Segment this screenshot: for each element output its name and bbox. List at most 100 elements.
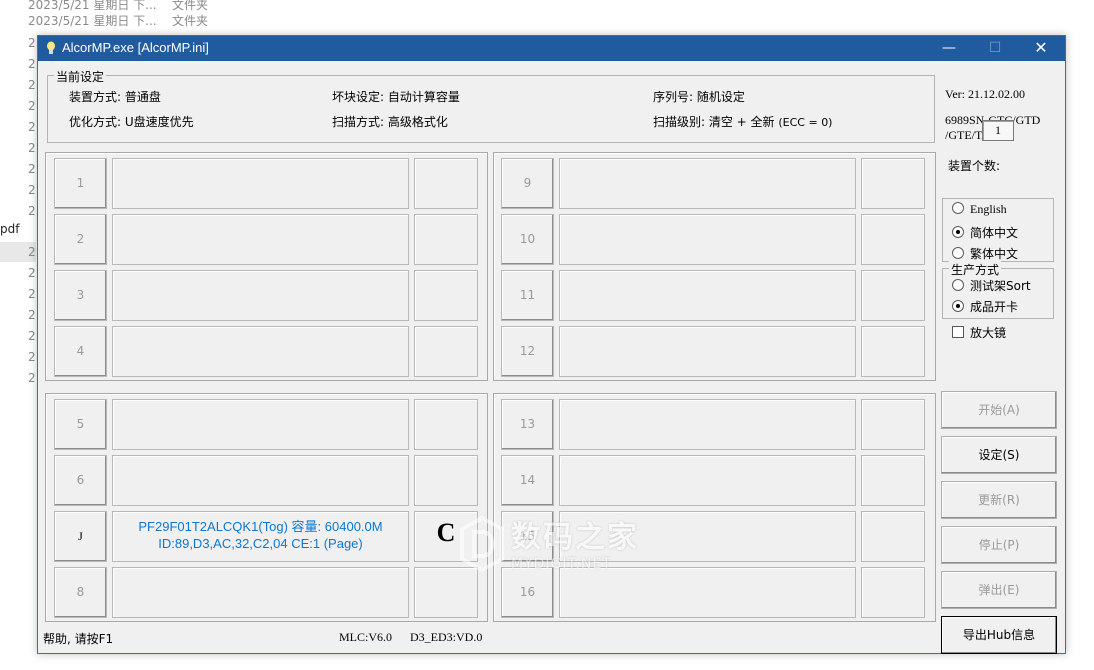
bg-fragment: 2 [28,36,36,50]
update-button[interactable]: 更新(R) [941,481,1057,519]
scan-level: 扫描级别: 清空 + 全新 (ECC = 0) [653,115,833,129]
radio-icon [952,202,964,214]
bg-fragment: 2 [28,162,36,176]
bg-fragment: 2 [28,308,36,322]
port-info-box [559,399,856,450]
port-number-button[interactable]: 11 [501,270,554,321]
port-number-button[interactable]: 8 [54,567,107,618]
port-result-box [861,399,925,450]
magnifier-checkbox[interactable]: 放大镜 [952,324,1006,341]
port-number-button[interactable]: 1 [54,158,107,209]
watermark-text: 数码之家 [511,520,639,555]
production-sort-option[interactable]: 测试架Sort [952,277,1031,294]
port-info-box [559,158,856,209]
current-settings-label: 当前设定 [54,68,107,85]
port-result-box [861,511,925,562]
watermark: 数码之家 MYDIGIT.NET [458,512,648,580]
stop-button[interactable]: 停止(P) [941,526,1057,564]
port-info-box [112,399,409,450]
lang-english-option[interactable]: English [952,202,1007,217]
bg-fragment: 2 [28,78,36,92]
port-info-box [559,326,856,377]
port-result-box [861,214,925,265]
port-info-box [112,326,409,377]
firmware-version: D3_ED3:VD.0 [410,630,483,644]
radio-icon [952,279,964,291]
port-result-box [414,455,478,506]
start-button[interactable]: 开始(A) [941,391,1057,429]
bg-fragment: 2 [28,287,36,301]
lang-simplified-option[interactable]: 简体中文 [952,224,1018,241]
port-info-box [112,214,409,265]
port-result-box [861,270,925,321]
bg-fragment: 2 [28,329,36,343]
serial-setting: 序列号: 随机设定 [653,90,745,104]
bg-fragment: 2 [28,350,36,364]
port-number-button[interactable]: 2 [54,214,107,265]
minimize-button[interactable]: — [926,36,972,61]
port-number-button[interactable]: 6 [54,455,107,506]
export-hub-info-button[interactable]: 导出Hub信息 [941,616,1057,654]
radio-selected-icon [952,300,964,312]
settings-button[interactable]: 设定(S) [941,436,1057,474]
port-info-box [112,567,409,618]
maximize-button[interactable]: ☐ [972,36,1018,61]
port-number-button[interactable]: 5 [54,399,107,450]
bg-fragment: 2 [28,120,36,134]
watermark-subtext: MYDIGIT.NET [511,556,612,572]
close-button[interactable]: ✕ [1018,36,1064,61]
help-status: 帮助, 请按F1 [43,632,114,646]
port-result-box [414,399,478,450]
bg-fragment: 2 [28,99,36,113]
port-panel-13-16: 13 14 15 16 [493,393,936,622]
flash-info-text: PF29F01T2ALCQK1(Tog) 容量: 60400.0M ID:89,… [113,518,408,552]
production-card-option[interactable]: 成品开卡 [952,298,1018,315]
watermark-logo-icon [460,516,504,572]
lightbulb-icon [47,41,55,54]
port-info-box [559,214,856,265]
production-mode-group: 生产方式 测试架Sort 成品开卡 [942,261,1054,319]
port-number-button[interactable]: 12 [501,326,554,377]
port-number-button[interactable]: J [54,511,107,562]
port-result-box [414,270,478,321]
port-info-box [559,455,856,506]
radio-icon [952,247,964,259]
language-group: English 简体中文 繁体中文 [942,198,1054,262]
radio-selected-icon [952,226,964,238]
device-count-label: 装置个数: [948,159,1001,173]
port-result-box [861,455,925,506]
window-title: AlcorMP.exe [AlcorMP.ini] [62,40,209,55]
bg-fragment: 2 [28,266,36,280]
port-result-box [414,326,478,377]
port-panel-5-8: 5 6 J PF29F01T2ALCQK1(Tog) 容量: 60400.0M … [45,393,488,622]
mlc-version: MLC:V6.0 [339,630,393,644]
current-settings-group: 当前设定 装置方式: 普通盘 坏块设定: 自动计算容量 序列号: 随机设定 优化… [47,68,935,143]
bg-fragment: 2 [28,141,36,155]
port-info-box [559,270,856,321]
bg-pdf-fragment: pdf [0,222,20,236]
port-info-box [112,270,409,321]
scan-mode: 扫描方式: 高级格式化 [332,115,448,129]
eject-button[interactable]: 弹出(E) [941,571,1057,609]
port-result-box [861,567,925,618]
port-number-button[interactable]: 13 [501,399,554,450]
bg-fragment: 2 [28,245,36,259]
port-result-box [861,158,925,209]
title-bar[interactable]: AlcorMP.exe [AlcorMP.ini] — ☐ ✕ [38,36,1065,61]
device-mode: 装置方式: 普通盘 [69,90,161,104]
port-number-button[interactable]: 3 [54,270,107,321]
bg-fragment: 2 [28,183,36,197]
lang-traditional-option[interactable]: 繁体中文 [952,245,1018,262]
port-number-button[interactable]: 14 [501,455,554,506]
version-label: Ver: 21.12.02.00 [945,87,1025,101]
device-count-field[interactable]: 1 [982,120,1014,141]
port-info-box [112,158,409,209]
port-number-button[interactable]: 10 [501,214,554,265]
port-number-button[interactable]: 9 [501,158,554,209]
port-number-button[interactable]: 4 [54,326,107,377]
production-mode-label: 生产方式 [949,261,1002,278]
bg-fragment: 2 [28,204,36,218]
port-info-box: PF29F01T2ALCQK1(Tog) 容量: 60400.0M ID:89,… [112,511,409,562]
optimize-mode: 优化方式: U盘速度优先 [69,115,194,129]
port-result-box [414,214,478,265]
